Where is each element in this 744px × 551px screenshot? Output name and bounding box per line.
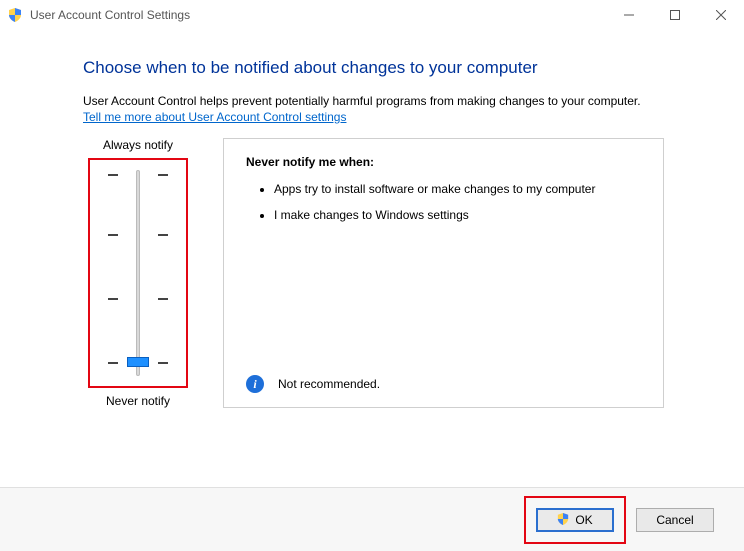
help-link[interactable]: Tell me more about User Account Control … — [83, 110, 346, 124]
slider-label-always: Always notify — [83, 138, 193, 152]
description-heading: Never notify me when: — [246, 155, 641, 169]
close-button[interactable] — [698, 0, 744, 30]
description-item: Apps try to install software or make cha… — [274, 181, 641, 197]
minimize-button[interactable] — [606, 0, 652, 30]
content-area: Choose when to be notified about changes… — [0, 30, 744, 408]
cancel-button-label: Cancel — [656, 513, 693, 527]
cancel-button[interactable]: Cancel — [636, 508, 714, 532]
shield-icon — [8, 8, 22, 22]
info-icon: i — [246, 375, 264, 393]
description-panel: Never notify me when: Apps try to instal… — [223, 138, 664, 408]
titlebar: User Account Control Settings — [0, 0, 744, 30]
recommendation-text: Not recommended. — [278, 377, 380, 391]
slider-label-never: Never notify — [83, 394, 193, 408]
maximize-button[interactable] — [652, 0, 698, 30]
dialog-footer: OK Cancel — [0, 487, 744, 551]
slider-area-highlight — [88, 158, 188, 388]
uac-slider-track[interactable] — [136, 170, 140, 376]
description-list: Apps try to install software or make cha… — [256, 181, 641, 223]
uac-slider-thumb[interactable] — [127, 357, 149, 367]
ok-button-highlight: OK — [524, 496, 626, 544]
slider-column: Always notify Never notify — [83, 138, 193, 408]
page-subtext: User Account Control helps prevent poten… — [83, 94, 664, 108]
ok-button[interactable]: OK — [536, 508, 614, 532]
window-title: User Account Control Settings — [30, 8, 190, 22]
page-heading: Choose when to be notified about changes… — [83, 58, 664, 78]
recommendation-row: i Not recommended. — [246, 375, 380, 393]
ok-button-label: OK — [575, 513, 592, 527]
shield-icon — [557, 513, 571, 527]
description-item: I make changes to Windows settings — [274, 207, 641, 223]
